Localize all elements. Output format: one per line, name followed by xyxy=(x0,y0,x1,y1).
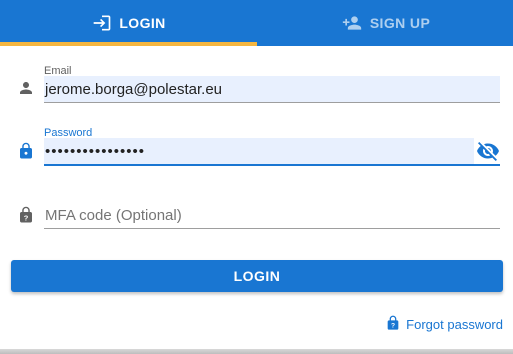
password-underline xyxy=(44,164,500,166)
tab-login-label: LOGIN xyxy=(119,15,166,31)
tab-signup-label: SIGN UP xyxy=(369,15,431,31)
tab-signup[interactable]: SIGN UP xyxy=(257,0,513,46)
mfa-code-input[interactable]: MFA code (Optional) xyxy=(44,202,500,228)
active-tab-indicator xyxy=(0,42,257,46)
card-bottom-shadow xyxy=(0,349,513,354)
svg-text:?: ? xyxy=(24,213,29,222)
forgot-password-label: Forgot password xyxy=(406,317,503,332)
svg-text:?: ? xyxy=(391,323,395,330)
forgot-password-link[interactable]: ? Forgot password xyxy=(385,313,503,336)
login-icon xyxy=(91,13,113,33)
auth-tabs: LOGIN SIGN UP xyxy=(0,0,513,46)
visibility-off-icon[interactable] xyxy=(476,139,500,163)
mfa-underline xyxy=(44,228,500,229)
email-underline xyxy=(44,102,500,103)
lock-question-icon: ? xyxy=(385,313,401,336)
password-field[interactable]: •••••••••••••••• xyxy=(44,138,474,164)
lock-question-icon: ? xyxy=(17,204,35,224)
tab-login[interactable]: LOGIN xyxy=(0,0,257,46)
lock-icon xyxy=(17,140,35,160)
email-field[interactable]: jerome.borga@polestar.eu xyxy=(44,76,500,102)
person-icon xyxy=(17,79,35,99)
login-button[interactable]: LOGIN xyxy=(11,260,503,292)
person-add-icon xyxy=(340,13,364,33)
